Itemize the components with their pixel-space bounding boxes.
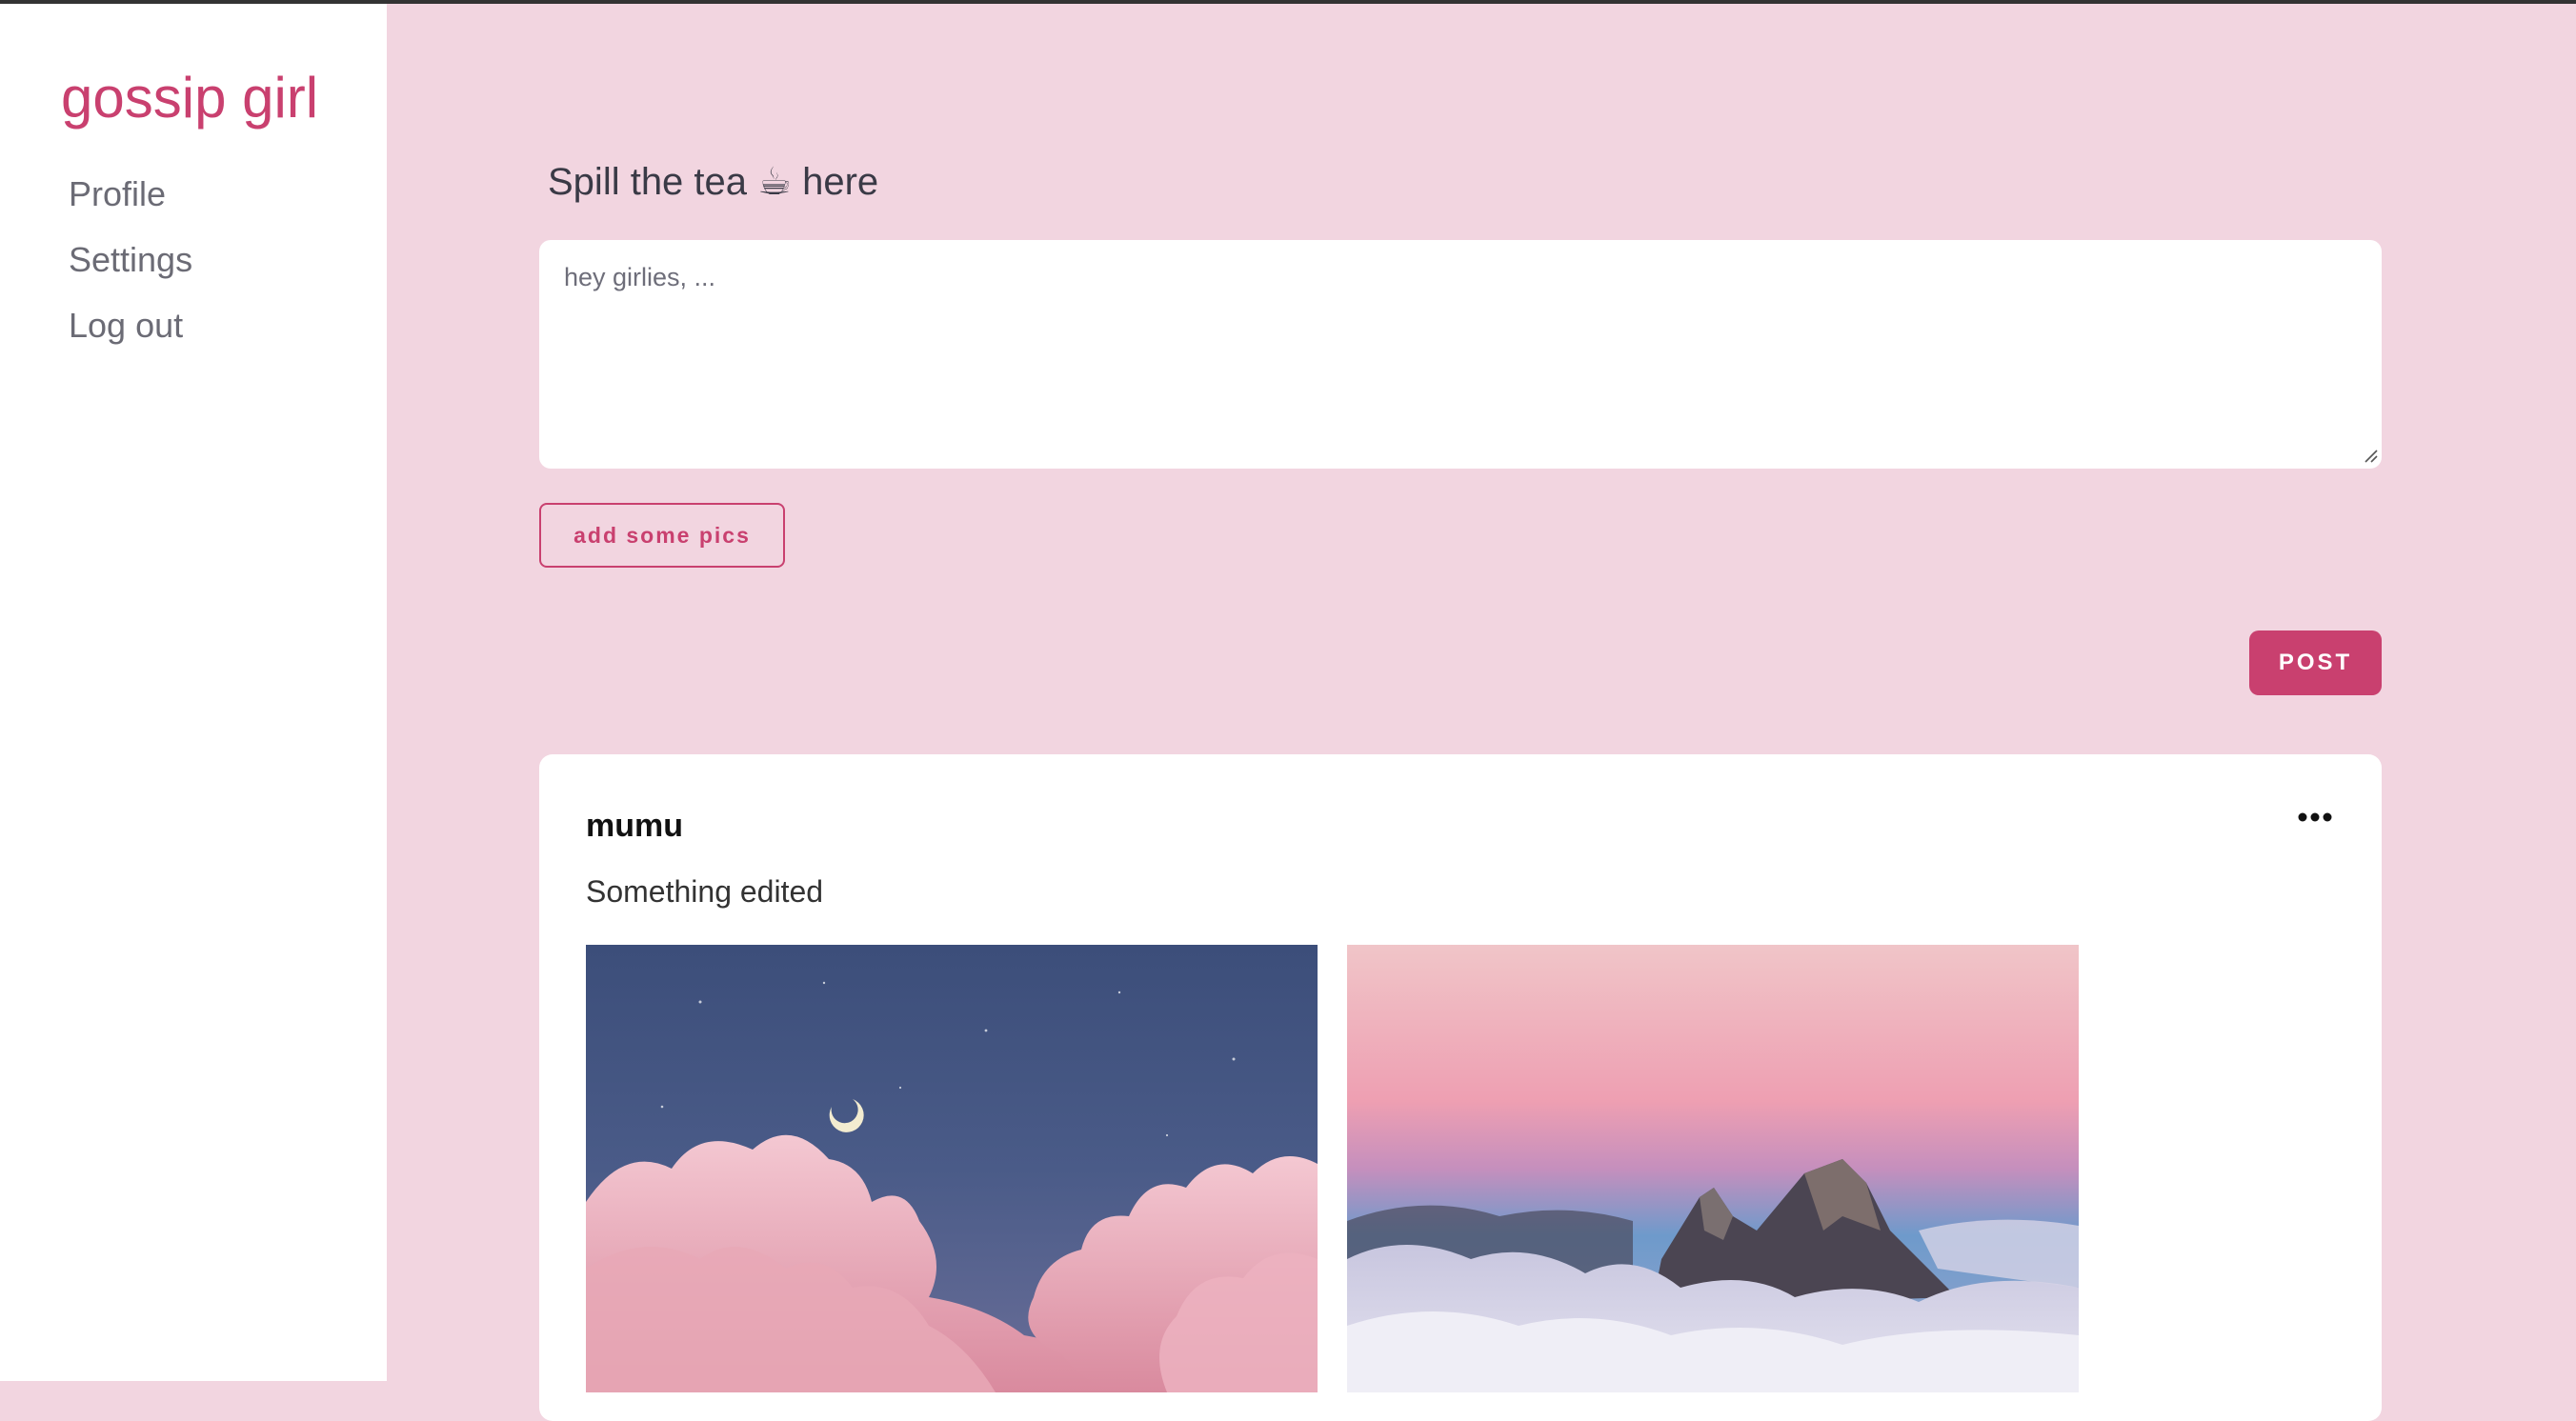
compose-heading: Spill the tea ☕ here [548,161,879,203]
ellipsis-icon[interactable] [2296,804,2334,831]
add-pics-button[interactable]: add some pics [539,503,785,568]
brand-logo[interactable]: gossip girl [61,65,318,130]
main-content: Spill the tea ☕ here add some pics POST … [387,4,2576,1421]
post-textarea[interactable] [539,240,2382,469]
sidebar-nav: Profile Settings Log out [69,166,192,363]
sidebar: gossip girl Profile Settings Log out [0,4,387,1381]
post-image-night-sky[interactable] [586,945,1318,1392]
sidebar-item-logout[interactable]: Log out [69,297,192,363]
post-button[interactable]: POST [2249,630,2382,695]
sidebar-item-settings[interactable]: Settings [69,231,192,297]
night-sky-clouds-image [586,945,1318,1392]
post-card: mumu Something edited [539,754,2382,1421]
post-text: Something edited [586,874,824,909]
mountains-above-clouds-image [1347,945,2079,1392]
post-image-mountains[interactable] [1347,945,2079,1392]
resize-grip-icon[interactable] [2363,448,2378,463]
post-author[interactable]: mumu [586,808,683,845]
sidebar-item-profile[interactable]: Profile [69,166,192,231]
